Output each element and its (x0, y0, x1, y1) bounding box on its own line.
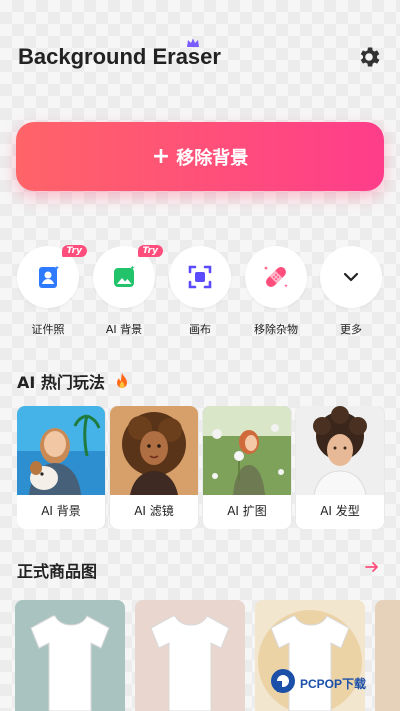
pcpop-logo-icon (271, 669, 295, 693)
ai-card-filter[interactable]: AI 滤镜 (110, 406, 198, 529)
canvas-icon (188, 265, 212, 289)
ai-card-label: AI 滤镜 (134, 504, 174, 518)
gear-icon[interactable] (356, 44, 382, 70)
ai-card-label: AI 扩图 (227, 504, 267, 518)
product-card[interactable] (135, 600, 245, 711)
app-screen: Background Eraser + 移除背景 Try 证件照 Try AI … (0, 0, 400, 711)
ai-hairstyle-preview (296, 406, 384, 495)
watermark: PCPOP下载 (270, 667, 395, 697)
ai-card-background[interactable]: AI 背景 (17, 406, 105, 529)
fire-icon (116, 373, 127, 388)
ai-section-title: AI 热门玩法 (17, 369, 130, 393)
try-badge: Try (61, 245, 87, 257)
ai-card-label: AI 发型 (320, 504, 360, 518)
tool-label: AI 背景 (105, 323, 143, 336)
remove-background-button[interactable]: + 移除背景 (16, 122, 384, 191)
tshirt-image (30, 615, 110, 711)
ai-expand-preview (203, 406, 291, 495)
chevron-down-icon (343, 272, 359, 282)
tool-ai-background[interactable]: Try AI 背景 (92, 245, 163, 337)
ai-card-label: AI 背景 (41, 504, 81, 518)
image-sparkle-icon (114, 265, 135, 287)
tshirt-image (150, 615, 230, 711)
arrow-right-icon[interactable] (364, 559, 380, 575)
tool-label: 移除杂物 (254, 323, 298, 336)
tool-canvas[interactable]: 画布 (168, 246, 232, 337)
tool-more[interactable]: 更多 (319, 246, 383, 337)
tools-row: Try 证件照 Try AI 背景 画布 移除杂物 更多 (16, 245, 384, 338)
ai-card-hairstyle[interactable]: AI 发型 (296, 406, 384, 529)
id-photo-icon (39, 265, 60, 288)
crown-icon (187, 38, 199, 47)
tool-label: 画布 (189, 323, 211, 336)
plus-icon: + (151, 143, 171, 169)
bandage-icon (263, 266, 288, 288)
ai-card-expand[interactable]: AI 扩图 (203, 406, 291, 529)
watermark-text: PCPOP下载 (300, 677, 367, 691)
try-badge: Try (137, 245, 163, 257)
tool-label: 证件照 (31, 323, 65, 336)
ai-cards-row: AI 背景 AI 滤镜 AI 扩图 AI 发型 (17, 406, 400, 529)
tool-label: 更多 (340, 323, 362, 336)
product-card[interactable] (15, 600, 125, 711)
tool-remove-objects[interactable]: 移除杂物 (244, 246, 308, 337)
ai-filter-preview (110, 406, 198, 495)
products-section-title: 正式商品图 (17, 562, 98, 581)
remove-background-label: 移除背景 (176, 147, 249, 169)
app-header: Background Eraser (18, 38, 382, 76)
ai-background-preview (17, 406, 105, 495)
tool-id-photo[interactable]: Try 证件照 (16, 245, 87, 337)
